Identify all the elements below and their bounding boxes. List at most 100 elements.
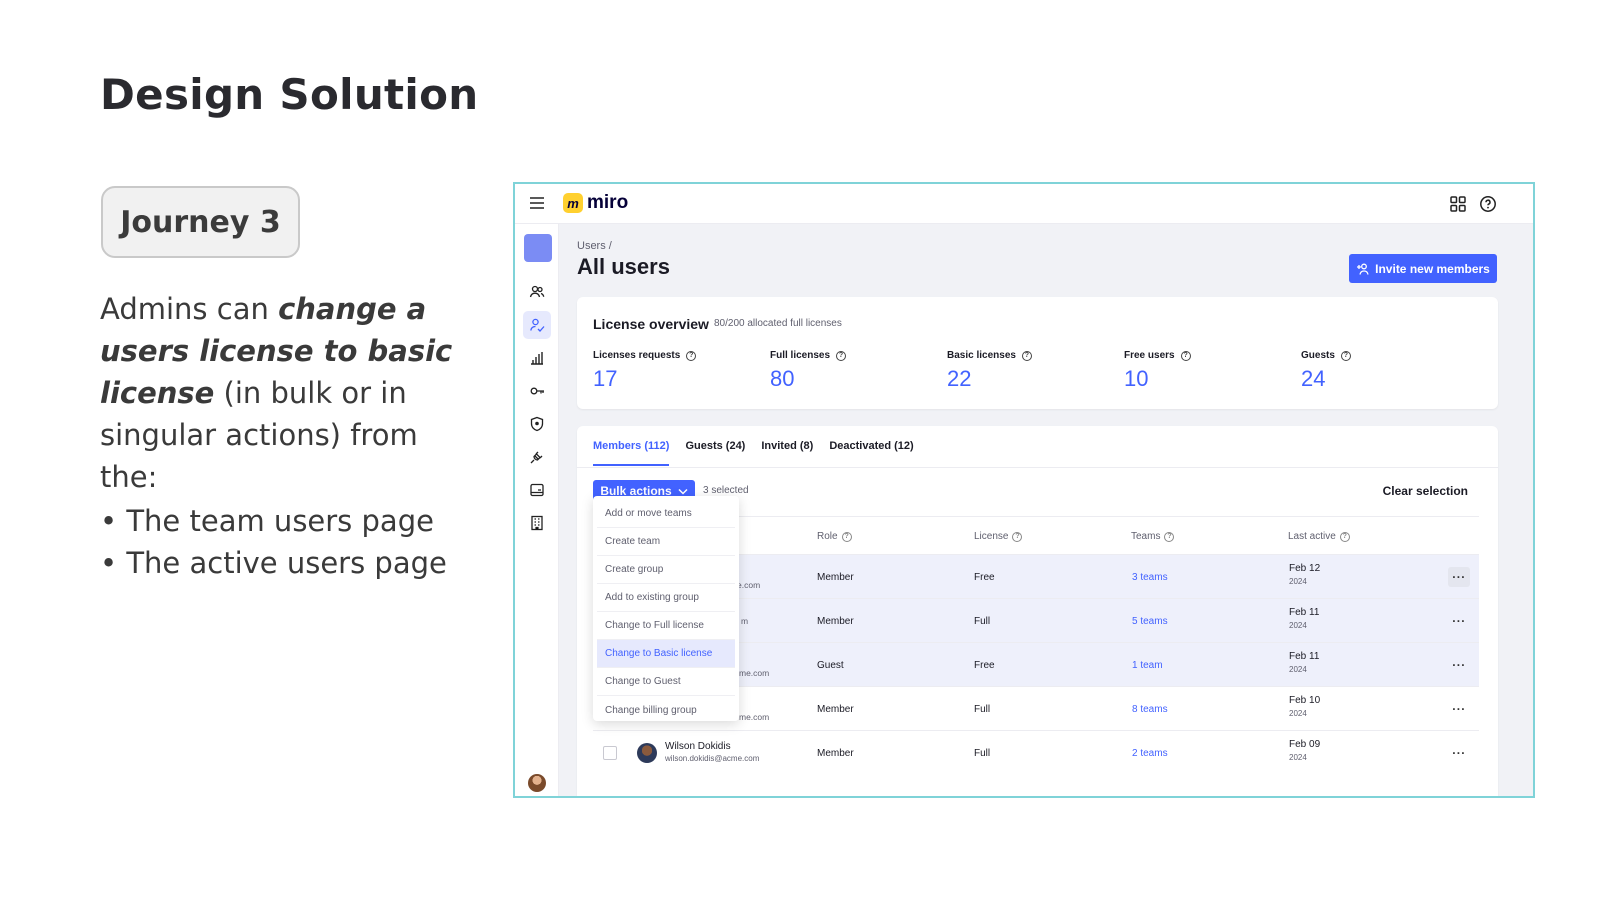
menu-item-change-full-license[interactable]: Change to Full license bbox=[597, 612, 735, 640]
clear-selection-button[interactable]: Clear selection bbox=[1383, 484, 1468, 498]
chevron-down-icon bbox=[678, 488, 688, 495]
tab-deactivated[interactable]: Deactivated (12) bbox=[829, 440, 913, 466]
row-more-button[interactable]: ··· bbox=[1448, 699, 1470, 719]
info-icon[interactable]: ? bbox=[1021, 350, 1032, 361]
user-teams-link[interactable]: 1 team bbox=[1132, 660, 1163, 671]
stat-value: 24 bbox=[1301, 366, 1326, 391]
user-teams-link[interactable]: 2 teams bbox=[1132, 748, 1168, 759]
stat-guests[interactable]: Guests? 24 bbox=[1301, 350, 1351, 392]
user-license[interactable]: Free bbox=[974, 660, 995, 671]
row-more-button[interactable]: ··· bbox=[1448, 611, 1470, 631]
menu-item-create-team[interactable]: Create team bbox=[597, 528, 735, 556]
row-more-button[interactable]: ··· bbox=[1448, 655, 1470, 675]
user-license[interactable]: Full bbox=[974, 704, 990, 715]
stat-label: Free users bbox=[1124, 350, 1175, 361]
row-more-button[interactable]: ··· bbox=[1448, 567, 1470, 587]
integrations-plug-icon[interactable] bbox=[523, 443, 551, 471]
menu-item-change-basic-license[interactable]: Change to Basic license bbox=[597, 640, 735, 668]
analytics-icon[interactable] bbox=[523, 344, 551, 372]
menu-item-change-guest[interactable]: Change to Guest bbox=[597, 668, 735, 696]
last-active: Feb 11 2024 bbox=[1289, 607, 1319, 630]
slide-title: Design Solution bbox=[100, 70, 479, 119]
column-teams-label: Teams bbox=[1131, 531, 1161, 542]
user-avatar bbox=[637, 743, 657, 763]
selected-count: 3 selected bbox=[703, 485, 749, 496]
last-active-date: Feb 12 bbox=[1289, 563, 1321, 574]
stat-full-licenses[interactable]: Full licenses? 80 bbox=[770, 350, 847, 392]
column-teams[interactable]: Teams? bbox=[1131, 531, 1175, 542]
last-active-year: 2024 bbox=[1289, 665, 1307, 674]
user-role: Member bbox=[817, 572, 854, 583]
security-shield-icon[interactable] bbox=[523, 410, 551, 438]
last-active-date: Feb 09 bbox=[1289, 739, 1321, 750]
tab-members[interactable]: Members (112) bbox=[593, 440, 670, 466]
info-icon[interactable]: ? bbox=[1339, 531, 1350, 542]
invite-members-label: Invite new members bbox=[1375, 261, 1490, 276]
invite-members-button[interactable]: Invite new members bbox=[1349, 254, 1497, 283]
logo-text: miro bbox=[587, 192, 629, 213]
column-role-label: Role bbox=[817, 531, 838, 542]
user-teams-link[interactable]: 3 teams bbox=[1132, 572, 1168, 583]
user-name[interactable]: Wilson Dokidis bbox=[665, 741, 731, 752]
info-icon[interactable]: ? bbox=[1012, 531, 1023, 542]
menu-item-add-move-teams[interactable]: Add or move teams bbox=[597, 500, 735, 528]
info-icon[interactable]: ? bbox=[836, 350, 847, 361]
stat-free-users[interactable]: Free users? 10 bbox=[1124, 350, 1191, 392]
menu-item-create-group[interactable]: Create group bbox=[597, 556, 735, 584]
miro-logo[interactable]: m miro bbox=[563, 192, 628, 214]
menu-icon[interactable] bbox=[529, 195, 545, 211]
breadcrumb[interactable]: Users / bbox=[577, 240, 612, 252]
user-role: Member bbox=[817, 616, 854, 627]
column-license-label: License bbox=[974, 531, 1009, 542]
menu-item-change-billing-group[interactable]: Change billing group bbox=[597, 696, 735, 724]
last-active-year: 2024 bbox=[1289, 577, 1307, 586]
apps-grid-icon[interactable] bbox=[1449, 195, 1467, 213]
company-building-icon[interactable] bbox=[523, 509, 551, 537]
workspace-avatar[interactable] bbox=[524, 234, 552, 262]
user-role: Member bbox=[817, 704, 854, 715]
info-icon[interactable]: ? bbox=[1340, 350, 1351, 361]
user-teams-link[interactable]: 5 teams bbox=[1132, 616, 1168, 627]
row-checkbox[interactable] bbox=[603, 746, 617, 760]
user-role: Member bbox=[817, 748, 854, 759]
stat-value: 10 bbox=[1124, 366, 1149, 391]
user-license[interactable]: Full bbox=[974, 748, 990, 759]
tab-guests[interactable]: Guests (24) bbox=[685, 440, 745, 466]
user-email: wilson.dokidis@acme.com bbox=[665, 754, 760, 763]
user-role: Guest bbox=[817, 660, 844, 671]
team-users-icon[interactable] bbox=[523, 278, 551, 306]
info-icon[interactable]: ? bbox=[1180, 350, 1191, 361]
info-icon[interactable]: ? bbox=[841, 531, 852, 542]
stat-license-requests[interactable]: Licenses requests? 17 bbox=[593, 350, 697, 392]
desc-text-1: Admins can bbox=[100, 292, 279, 326]
user-license[interactable]: Free bbox=[974, 572, 995, 583]
user-email: me.com bbox=[739, 712, 770, 722]
column-last-active[interactable]: Last active? bbox=[1288, 531, 1350, 542]
tab-invited[interactable]: Invited (8) bbox=[761, 440, 813, 466]
stat-label: Guests bbox=[1301, 350, 1335, 361]
stat-value: 80 bbox=[770, 366, 795, 391]
last-active: Feb 11 2024 bbox=[1289, 651, 1319, 674]
last-active: Feb 10 2024 bbox=[1289, 695, 1320, 718]
column-role[interactable]: Role? bbox=[817, 531, 852, 542]
table-row[interactable]: Wilson Dokidis wilson.dokidis@acme.com M… bbox=[593, 730, 1479, 774]
user-avatar[interactable] bbox=[528, 774, 546, 792]
help-icon[interactable] bbox=[1479, 195, 1497, 213]
row-more-button[interactable]: ··· bbox=[1448, 743, 1470, 763]
last-active: Feb 12 2024 bbox=[1289, 563, 1320, 586]
user-license[interactable]: Full bbox=[974, 616, 990, 627]
key-icon[interactable] bbox=[523, 377, 551, 405]
info-icon[interactable]: ? bbox=[686, 350, 697, 361]
active-users-icon[interactable] bbox=[523, 311, 551, 339]
user-teams-link[interactable]: 8 teams bbox=[1132, 704, 1168, 715]
column-license[interactable]: License? bbox=[974, 531, 1023, 542]
license-overview-title: License overview bbox=[593, 316, 709, 332]
stat-label: Full licenses bbox=[770, 350, 831, 361]
stat-basic-licenses[interactable]: Basic licenses? 22 bbox=[947, 350, 1032, 392]
last-active-year: 2024 bbox=[1289, 753, 1307, 762]
info-icon[interactable]: ? bbox=[1164, 531, 1175, 542]
bullet-item: The team users page bbox=[100, 500, 447, 542]
stat-value: 17 bbox=[593, 366, 618, 391]
billing-icon[interactable] bbox=[523, 476, 551, 504]
menu-item-add-existing-group[interactable]: Add to existing group bbox=[597, 584, 735, 612]
